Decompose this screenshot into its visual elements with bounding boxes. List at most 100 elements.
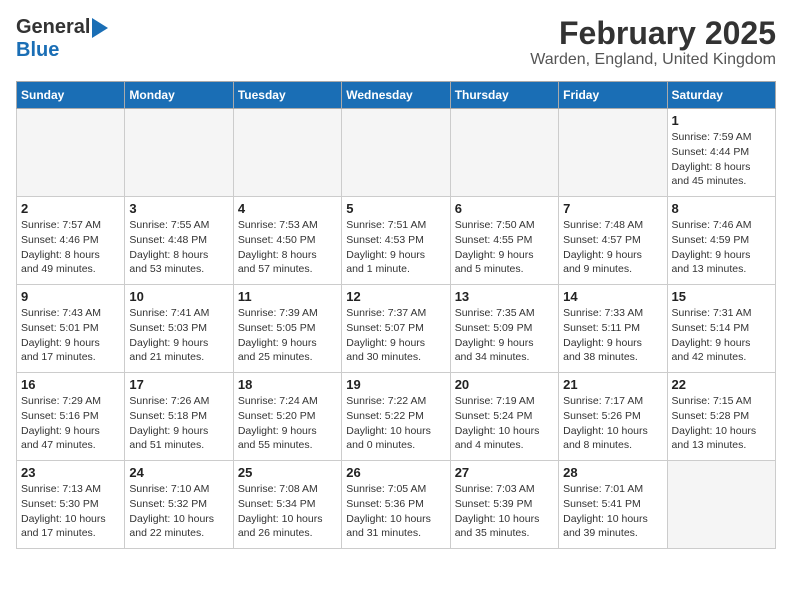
day-number: 13	[455, 289, 554, 304]
calendar-cell	[17, 109, 125, 197]
day-number: 20	[455, 377, 554, 392]
day-info: Sunrise: 7:33 AM Sunset: 5:11 PM Dayligh…	[563, 306, 662, 365]
calendar-cell: 1 Sunrise: 7:59 AM Sunset: 4:44 PM Daylig…	[667, 109, 775, 197]
calendar-cell: 23 Sunrise: 7:13 AM Sunset: 5:30 PM Dayli…	[17, 461, 125, 549]
weekday-header-saturday: Saturday	[667, 82, 775, 109]
day-number: 26	[346, 465, 445, 480]
weekday-header-tuesday: Tuesday	[233, 82, 341, 109]
day-info: Sunrise: 7:51 AM Sunset: 4:53 PM Dayligh…	[346, 218, 445, 277]
calendar-cell: 20Sunrise: 7:19 AM Sunset: 5:24 PM Dayli…	[450, 373, 558, 461]
day-number: 2	[21, 201, 120, 216]
calendar-cell: 18Sunrise: 7:24 AM Sunset: 5:20 PM Dayli…	[233, 373, 341, 461]
weekday-header-wednesday: Wednesday	[342, 82, 450, 109]
calendar-cell: 17Sunrise: 7:26 AM Sunset: 5:18 PM Dayli…	[125, 373, 233, 461]
logo-general-text: General	[16, 16, 90, 39]
calendar-cell: 22 Sunrise: 7:15 AM Sunset: 5:28 PM Dayli…	[667, 373, 775, 461]
calendar-cell: 2Sunrise: 7:57 AM Sunset: 4:46 PM Daylig…	[17, 197, 125, 285]
day-number: 22	[672, 377, 771, 392]
day-info: Sunrise: 7:10 AM Sunset: 5:32 PM Dayligh…	[129, 482, 228, 541]
page-title: February 2025	[530, 16, 776, 51]
day-number: 24	[129, 465, 228, 480]
day-number: 9	[21, 289, 120, 304]
calendar-week-row: 1 Sunrise: 7:59 AM Sunset: 4:44 PM Daylig…	[17, 109, 776, 197]
logo-arrow-icon	[92, 18, 108, 38]
calendar-cell	[342, 109, 450, 197]
calendar-cell: 19Sunrise: 7:22 AM Sunset: 5:22 PM Dayli…	[342, 373, 450, 461]
day-info: Sunrise: 7:29 AM Sunset: 5:16 PM Dayligh…	[21, 394, 120, 453]
calendar-cell: 11Sunrise: 7:39 AM Sunset: 5:05 PM Dayli…	[233, 285, 341, 373]
calendar-cell: 8Sunrise: 7:46 AM Sunset: 4:59 PM Daylig…	[667, 197, 775, 285]
day-info: Sunrise: 7:17 AM Sunset: 5:26 PM Dayligh…	[563, 394, 662, 453]
page-subtitle: Warden, England, United Kingdom	[530, 51, 776, 69]
calendar-cell: 9 Sunrise: 7:43 AM Sunset: 5:01 PM Daylig…	[17, 285, 125, 373]
calendar-cell: 13 Sunrise: 7:35 AM Sunset: 5:09 PM Dayli…	[450, 285, 558, 373]
day-number: 12	[346, 289, 445, 304]
calendar-cell: 3 Sunrise: 7:55 AM Sunset: 4:48 PM Daylig…	[125, 197, 233, 285]
calendar-cell	[233, 109, 341, 197]
day-info: Sunrise: 7:59 AM Sunset: 4:44 PM Dayligh…	[672, 130, 771, 189]
day-number: 5	[346, 201, 445, 216]
day-number: 21	[563, 377, 662, 392]
day-number: 7	[563, 201, 662, 216]
day-number: 10	[129, 289, 228, 304]
day-number: 4	[238, 201, 337, 216]
calendar-week-row: 2Sunrise: 7:57 AM Sunset: 4:46 PM Daylig…	[17, 197, 776, 285]
calendar-cell	[559, 109, 667, 197]
calendar-cell: 28Sunrise: 7:01 AM Sunset: 5:41 PM Dayli…	[559, 461, 667, 549]
calendar-week-row: 16Sunrise: 7:29 AM Sunset: 5:16 PM Dayli…	[17, 373, 776, 461]
weekday-header-monday: Monday	[125, 82, 233, 109]
calendar-cell: 6 Sunrise: 7:50 AM Sunset: 4:55 PM Daylig…	[450, 197, 558, 285]
day-info: Sunrise: 7:35 AM Sunset: 5:09 PM Dayligh…	[455, 306, 554, 365]
calendar-cell: 10 Sunrise: 7:41 AM Sunset: 5:03 PM Dayli…	[125, 285, 233, 373]
calendar-cell: 4 Sunrise: 7:53 AM Sunset: 4:50 PM Daylig…	[233, 197, 341, 285]
calendar-cell: 12 Sunrise: 7:37 AM Sunset: 5:07 PM Dayli…	[342, 285, 450, 373]
calendar-cell: 27 Sunrise: 7:03 AM Sunset: 5:39 PM Dayli…	[450, 461, 558, 549]
calendar-cell: 25 Sunrise: 7:08 AM Sunset: 5:34 PM Dayli…	[233, 461, 341, 549]
calendar-body: 1 Sunrise: 7:59 AM Sunset: 4:44 PM Daylig…	[17, 109, 776, 549]
day-info: Sunrise: 7:15 AM Sunset: 5:28 PM Dayligh…	[672, 394, 771, 453]
day-number: 27	[455, 465, 554, 480]
day-number: 23	[21, 465, 120, 480]
calendar-cell	[667, 461, 775, 549]
day-number: 3	[129, 201, 228, 216]
day-number: 8	[672, 201, 771, 216]
calendar-cell: 15Sunrise: 7:31 AM Sunset: 5:14 PM Dayli…	[667, 285, 775, 373]
day-info: Sunrise: 7:48 AM Sunset: 4:57 PM Dayligh…	[563, 218, 662, 277]
title-block: February 2025 Warden, England, United Ki…	[530, 16, 776, 69]
day-info: Sunrise: 7:05 AM Sunset: 5:36 PM Dayligh…	[346, 482, 445, 541]
calendar-cell: 24 Sunrise: 7:10 AM Sunset: 5:32 PM Dayli…	[125, 461, 233, 549]
day-info: Sunrise: 7:41 AM Sunset: 5:03 PM Dayligh…	[129, 306, 228, 365]
day-number: 28	[563, 465, 662, 480]
day-info: Sunrise: 7:55 AM Sunset: 4:48 PM Dayligh…	[129, 218, 228, 277]
calendar-cell: 7 Sunrise: 7:48 AM Sunset: 4:57 PM Daylig…	[559, 197, 667, 285]
logo: General Blue	[16, 16, 108, 62]
calendar-cell	[125, 109, 233, 197]
weekday-header-row: SundayMondayTuesdayWednesdayThursdayFrid…	[17, 82, 776, 109]
day-info: Sunrise: 7:08 AM Sunset: 5:34 PM Dayligh…	[238, 482, 337, 541]
day-number: 1	[672, 113, 771, 128]
calendar-header: SundayMondayTuesdayWednesdayThursdayFrid…	[17, 82, 776, 109]
calendar-week-row: 23 Sunrise: 7:13 AM Sunset: 5:30 PM Dayli…	[17, 461, 776, 549]
day-info: Sunrise: 7:37 AM Sunset: 5:07 PM Dayligh…	[346, 306, 445, 365]
calendar-cell: 14 Sunrise: 7:33 AM Sunset: 5:11 PM Dayli…	[559, 285, 667, 373]
calendar-cell: 16Sunrise: 7:29 AM Sunset: 5:16 PM Dayli…	[17, 373, 125, 461]
day-info: Sunrise: 7:24 AM Sunset: 5:20 PM Dayligh…	[238, 394, 337, 453]
day-number: 11	[238, 289, 337, 304]
day-info: Sunrise: 7:50 AM Sunset: 4:55 PM Dayligh…	[455, 218, 554, 277]
day-info: Sunrise: 7:43 AM Sunset: 5:01 PM Dayligh…	[21, 306, 120, 365]
day-number: 6	[455, 201, 554, 216]
day-info: Sunrise: 7:53 AM Sunset: 4:50 PM Dayligh…	[238, 218, 337, 277]
calendar-cell	[450, 109, 558, 197]
day-number: 25	[238, 465, 337, 480]
page-header: General Blue February 2025 Warden, Engla…	[16, 16, 776, 69]
day-info: Sunrise: 7:13 AM Sunset: 5:30 PM Dayligh…	[21, 482, 120, 541]
weekday-header-sunday: Sunday	[17, 82, 125, 109]
calendar-cell: 21 Sunrise: 7:17 AM Sunset: 5:26 PM Dayli…	[559, 373, 667, 461]
day-number: 15	[672, 289, 771, 304]
calendar-table: SundayMondayTuesdayWednesdayThursdayFrid…	[16, 81, 776, 549]
weekday-header-thursday: Thursday	[450, 82, 558, 109]
weekday-header-friday: Friday	[559, 82, 667, 109]
day-info: Sunrise: 7:03 AM Sunset: 5:39 PM Dayligh…	[455, 482, 554, 541]
calendar-week-row: 9 Sunrise: 7:43 AM Sunset: 5:01 PM Daylig…	[17, 285, 776, 373]
day-number: 14	[563, 289, 662, 304]
